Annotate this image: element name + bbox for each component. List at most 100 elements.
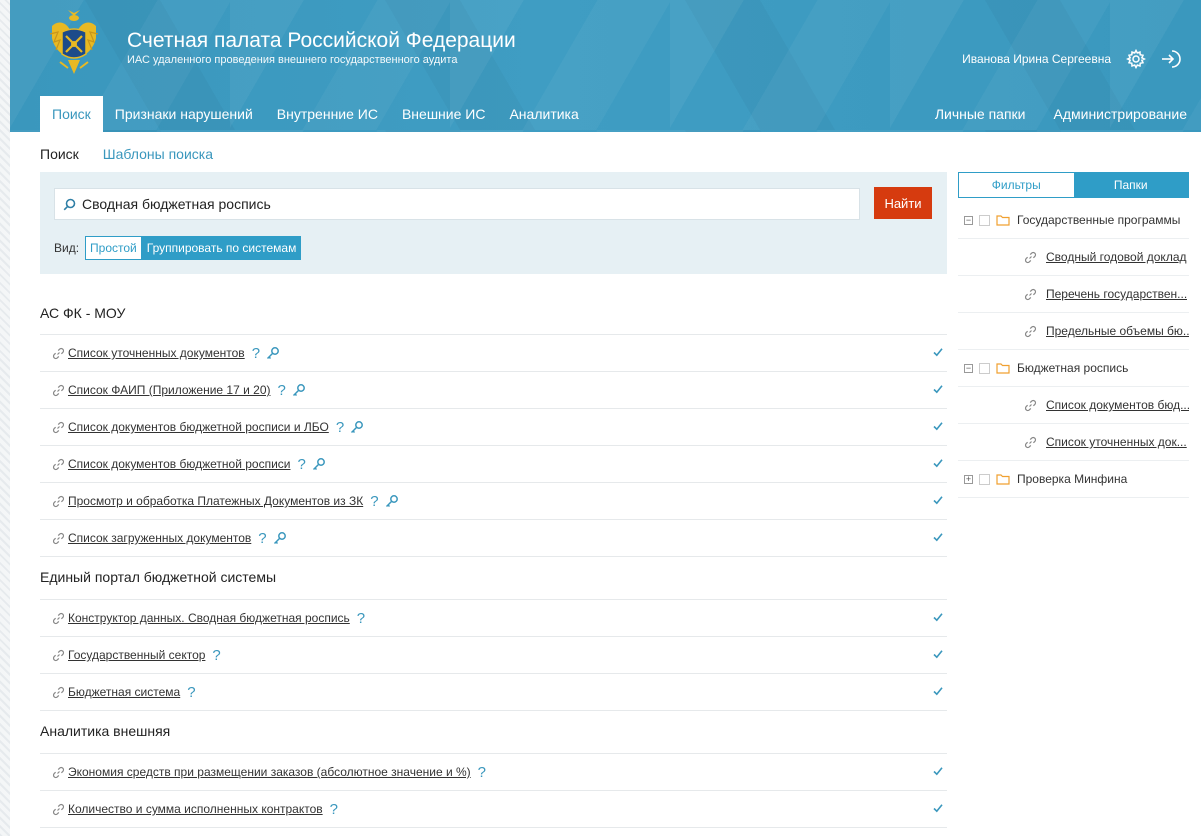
subtab-search[interactable]: Поиск [40, 146, 79, 162]
help-icon[interactable]: ? [297, 456, 305, 473]
tree-child-row: Перечень государствен... [958, 276, 1189, 313]
key-icon[interactable] [312, 457, 326, 471]
result-link[interactable]: Экономия средств при размещении заказов … [68, 765, 471, 779]
help-icon[interactable]: ? [212, 647, 220, 664]
tab-filters[interactable]: Фильтры [959, 173, 1074, 197]
result-link[interactable]: Количество и сумма исполненных контракто… [68, 802, 323, 816]
folder-label[interactable]: Государственные программы [1017, 213, 1180, 227]
help-icon[interactable]: ? [330, 801, 338, 818]
help-icon[interactable]: ? [336, 419, 344, 436]
logout-icon[interactable] [1159, 48, 1181, 70]
app-title: Счетная палата Российской Федерации [127, 29, 516, 52]
folder-tree: − Государственные программы Сводный годово… [958, 202, 1189, 498]
help-icon[interactable]: ? [277, 382, 285, 399]
result-row: Список уточненных документов? [40, 335, 947, 372]
tree-folder-row: − Государственные программы [958, 202, 1189, 239]
result-link[interactable]: Просмотр и обработка Платежных Документо… [68, 494, 363, 508]
key-icon[interactable] [292, 383, 306, 397]
link-icon [52, 766, 65, 779]
help-icon[interactable]: ? [258, 530, 266, 547]
view-option-simple[interactable]: Простой [85, 236, 142, 260]
nav-item-administration[interactable]: Администрирование [1040, 96, 1201, 132]
user-name[interactable]: Иванова Ирина Сергеевна [962, 52, 1111, 66]
app-window: Счетная палата Российской Федерации ИАС … [10, 0, 1201, 836]
result-row: Конструктор данных. Сводная бюджетная ро… [40, 600, 947, 637]
link-icon [52, 612, 65, 625]
result-link[interactable]: Список ФАИП (Приложение 17 и 20) [68, 383, 270, 397]
folder-child-link[interactable]: Перечень государствен... [1046, 287, 1187, 301]
nav-item-internal-is[interactable]: Внутренние ИС [265, 96, 390, 132]
view-label: Вид: [54, 241, 80, 255]
key-icon[interactable] [385, 494, 399, 508]
folder-label[interactable]: Проверка Минфина [1017, 472, 1127, 486]
tree-toggle[interactable]: − [964, 215, 973, 225]
result-link[interactable]: Конструктор данных. Сводная бюджетная ро… [68, 611, 350, 625]
check-icon [932, 383, 944, 395]
tree-child-row: Список уточненных док... [958, 424, 1189, 461]
result-link[interactable]: Бюджетная система [68, 685, 180, 699]
result-row: Список ФАИП (Приложение 17 и 20)? [40, 372, 947, 409]
key-icon[interactable] [273, 531, 287, 545]
link-icon [52, 347, 65, 360]
help-icon[interactable]: ? [187, 684, 195, 701]
check-icon [932, 420, 944, 432]
folder-checkbox[interactable] [979, 362, 990, 374]
result-row: Список загруженных документов? [40, 520, 947, 557]
search-input[interactable] [82, 196, 859, 212]
folder-checkbox[interactable] [979, 473, 990, 485]
help-icon[interactable]: ? [370, 493, 378, 510]
nav-right: Личные папки Администрирование [921, 96, 1201, 132]
emblem-logo [49, 10, 99, 74]
link-icon [52, 458, 65, 471]
check-icon [932, 494, 944, 506]
app-subtitle: ИАС удаленного проведения внешнего госуд… [127, 54, 458, 66]
nav-item-violations[interactable]: Признаки нарушений [103, 96, 265, 132]
folder-child-link[interactable]: Сводный годовой доклад [1046, 250, 1187, 264]
help-icon[interactable]: ? [252, 345, 260, 362]
link-icon [52, 421, 65, 434]
gear-icon[interactable] [1125, 48, 1147, 70]
search-box [54, 188, 860, 220]
result-link[interactable]: Список уточненных документов [68, 346, 245, 360]
link-icon [52, 686, 65, 699]
tree-toggle[interactable]: − [964, 363, 973, 373]
help-icon[interactable]: ? [357, 610, 365, 627]
tab-folders[interactable]: Папки [1073, 173, 1188, 197]
result-link[interactable]: Список документов бюджетной росписи и ЛБ… [68, 420, 329, 434]
nav-item-external-is[interactable]: Внешние ИС [390, 96, 498, 132]
key-icon[interactable] [350, 420, 364, 434]
result-row: Государственный сектор? [40, 637, 947, 674]
folder-child-link[interactable]: Список документов бюд... [1046, 398, 1189, 412]
subtab-search-templates[interactable]: Шаблоны поиска [103, 146, 213, 162]
right-panel: Фильтры Папки − Государственные программы… [958, 172, 1189, 498]
check-icon [932, 765, 944, 777]
result-link[interactable]: Список документов бюджетной росписи [68, 457, 290, 471]
result-row: Экономия средств при размещении заказов … [40, 754, 947, 791]
right-panel-tabs: Фильтры Папки [958, 172, 1189, 198]
find-button[interactable]: Найти [874, 187, 932, 219]
result-link[interactable]: Государственный сектор [68, 648, 205, 662]
title-block: Счетная палата Российской Федерации ИАС … [127, 29, 516, 67]
result-link[interactable]: Список загруженных документов [68, 531, 251, 545]
folder-icon [996, 214, 1010, 226]
link-icon [52, 532, 65, 545]
nav-item-search[interactable]: Поиск [40, 96, 103, 132]
folder-checkbox[interactable] [979, 214, 990, 226]
nav-item-analytics[interactable]: Аналитика [497, 96, 590, 132]
tree-toggle[interactable]: + [964, 474, 973, 484]
nav-item-personal-folders[interactable]: Личные папки [921, 96, 1040, 132]
group-title: АС ФК - МОУ [40, 292, 947, 335]
view-option-grouped[interactable]: Группировать по системам [141, 236, 302, 260]
folder-icon [996, 362, 1010, 374]
group-title: Единый портал бюджетной системы [40, 557, 947, 600]
folder-label[interactable]: Бюджетная роспись [1017, 361, 1128, 375]
folder-child-link[interactable]: Предельные объемы бю... [1046, 324, 1189, 338]
key-icon[interactable] [266, 346, 280, 360]
link-icon [1024, 251, 1037, 264]
search-panel: Найти Вид: Простой Группировать по систе… [40, 172, 947, 274]
folder-child-link[interactable]: Список уточненных док... [1046, 435, 1187, 449]
help-icon[interactable]: ? [478, 764, 486, 781]
link-icon [52, 649, 65, 662]
result-row: Просмотр и обработка Платежных Документо… [40, 483, 947, 520]
search-icon [63, 198, 76, 211]
